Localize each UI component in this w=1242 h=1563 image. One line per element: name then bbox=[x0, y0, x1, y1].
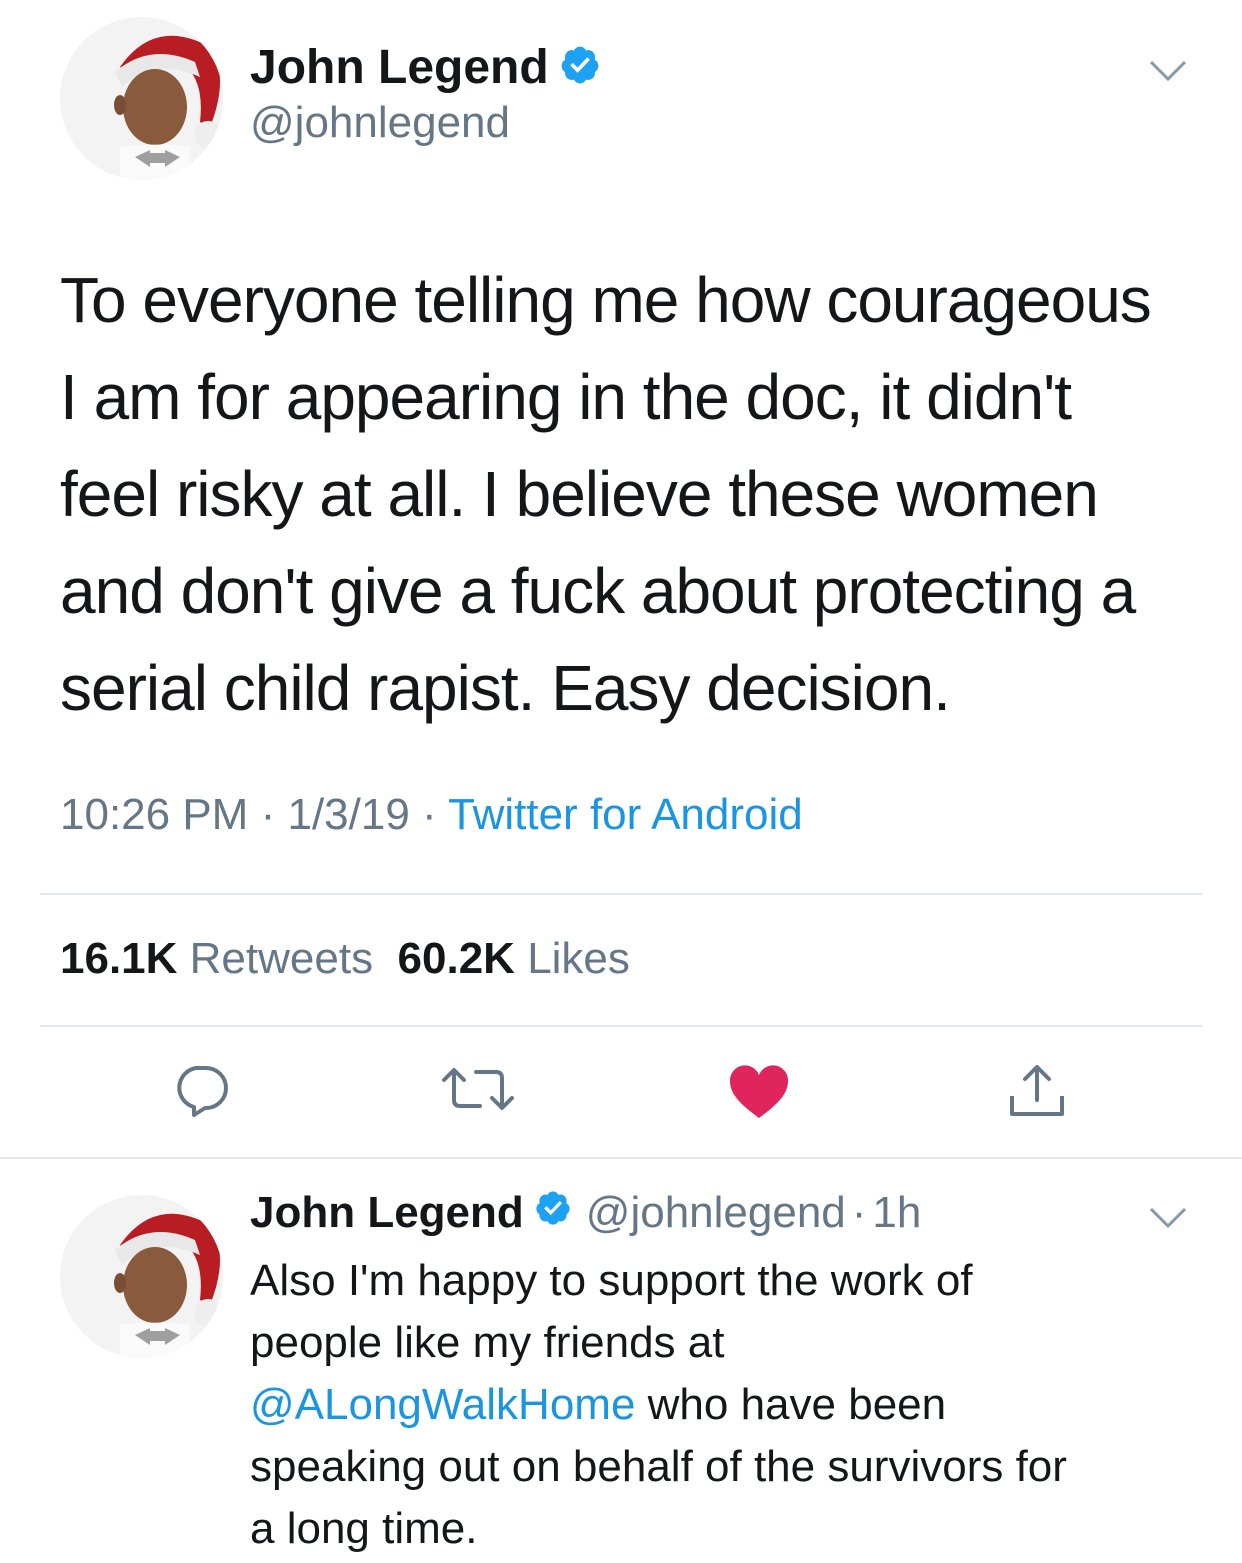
share-button[interactable] bbox=[1008, 1062, 1066, 1125]
tweet-source-link[interactable]: Twitter for Android bbox=[448, 790, 803, 839]
heart-icon bbox=[729, 1065, 789, 1118]
reply-time-ago: 1h bbox=[872, 1188, 922, 1237]
meta-separator: · bbox=[422, 790, 437, 839]
author-handle[interactable]: @johnlegend bbox=[250, 98, 510, 148]
reply-text-line: @ALongWalkHome who have been bbox=[250, 1374, 1200, 1436]
reply-text-fragment: who have been bbox=[635, 1380, 947, 1429]
author-avatar[interactable] bbox=[60, 17, 223, 180]
tweet-text-line: To everyone telling me how courageous bbox=[60, 264, 1152, 336]
reply-button[interactable] bbox=[172, 1060, 230, 1123]
reply-author-avatar[interactable] bbox=[60, 1195, 223, 1358]
retweets-count: 16.1K bbox=[60, 934, 178, 983]
share-icon bbox=[1010, 1065, 1064, 1116]
reply-text: Also I'm happy to support the work of pe… bbox=[250, 1250, 1200, 1560]
reply-text-line: Also I'm happy to support the work of bbox=[250, 1256, 973, 1305]
tweet-text-line: and don't give a fuck about protecting a bbox=[60, 555, 1136, 627]
retweets-stat[interactable]: 16.1K Retweets bbox=[60, 934, 373, 983]
reply-text-line: people like my friends at bbox=[250, 1318, 725, 1367]
tweet-text-line: feel risky at all. I believe these women bbox=[60, 458, 1099, 530]
verified-badge-icon bbox=[559, 44, 601, 91]
reply-text-line: speaking out on behalf of the survivors … bbox=[250, 1442, 1067, 1491]
tweet-meta: 10:26 PM · 1/3/19 · Twitter for Android bbox=[60, 790, 803, 840]
reply-header[interactable]: John Legend @johnlegend · 1h bbox=[250, 1188, 921, 1238]
reply-author-name[interactable]: John Legend bbox=[250, 1188, 524, 1238]
mention-link[interactable]: @ALongWalkHome bbox=[250, 1380, 635, 1429]
divider bbox=[40, 1025, 1202, 1027]
tweet-date: 1/3/19 bbox=[287, 790, 410, 839]
meta-separator: · bbox=[851, 1188, 867, 1237]
tweet-text: To everyone telling me how courageous I … bbox=[60, 252, 1210, 737]
author-name-row[interactable]: John Legend bbox=[250, 40, 601, 95]
divider bbox=[0, 1157, 1242, 1159]
author-name[interactable]: John Legend bbox=[250, 40, 549, 95]
reply-author-handle[interactable]: @johnlegend bbox=[586, 1188, 846, 1238]
meta-separator: · bbox=[260, 790, 276, 839]
tweet-text-line: I am for appearing in the doc, it didn't bbox=[60, 361, 1072, 433]
retweets-label: Retweets bbox=[189, 934, 374, 983]
like-button[interactable] bbox=[728, 1064, 790, 1125]
divider bbox=[40, 893, 1202, 895]
retweet-icon bbox=[442, 1068, 514, 1110]
retweet-button[interactable] bbox=[440, 1066, 516, 1117]
chevron-down-icon[interactable] bbox=[1148, 1205, 1188, 1236]
reply-text-line: a long time. bbox=[250, 1504, 478, 1553]
chevron-down-icon[interactable] bbox=[1148, 58, 1188, 89]
tweet-stats: 16.1K Retweets 60.2K Likes bbox=[60, 934, 630, 984]
verified-badge-icon bbox=[534, 1188, 572, 1238]
tweet-text-line: serial child rapist. Easy decision. bbox=[60, 652, 951, 724]
likes-stat[interactable]: 60.2K Likes bbox=[398, 934, 630, 983]
likes-label: Likes bbox=[527, 934, 630, 983]
tweet-time: 10:26 PM bbox=[60, 790, 249, 839]
likes-count: 60.2K bbox=[397, 934, 515, 983]
reply-icon bbox=[177, 1066, 228, 1117]
